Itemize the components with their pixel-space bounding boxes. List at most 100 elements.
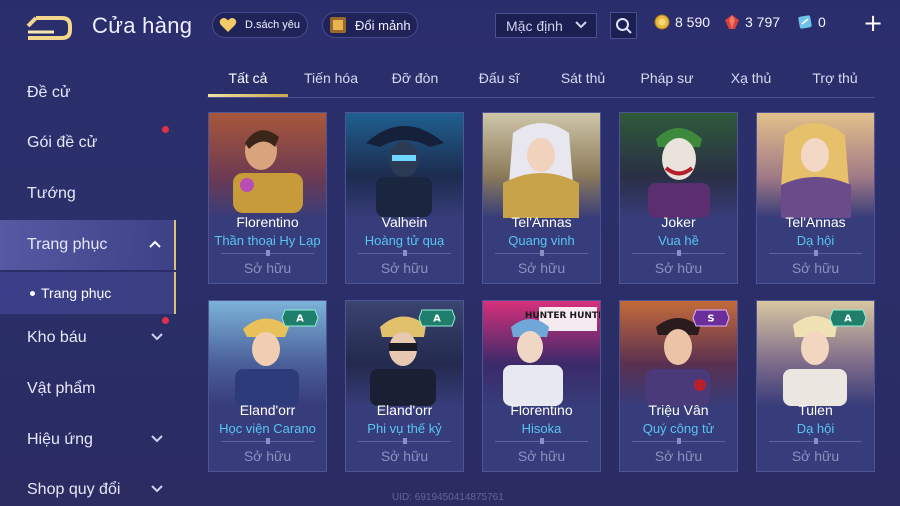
sidebar-item-label: Trang phục bbox=[27, 236, 108, 253]
user-id-watermark: UID: 6919450414875761 bbox=[392, 492, 504, 503]
fragment-exchange-button[interactable]: Đổi mảnh bbox=[322, 12, 418, 38]
voucher-icon bbox=[798, 15, 812, 29]
skin-card[interactable]: Florentino Thần thoại Hy Lạp Sở hữu bbox=[208, 112, 327, 284]
sidebar-item-label: Đề cử bbox=[27, 84, 71, 101]
skin-artwork: HUNTER HUNTER bbox=[483, 301, 600, 406]
skin-name: Dạ hội bbox=[796, 421, 835, 436]
skin-card[interactable]: S Triệu Vân Quý công tử Sở hữu bbox=[619, 300, 738, 472]
notification-dot bbox=[162, 126, 169, 133]
divider-ornament bbox=[677, 438, 681, 444]
skin-card[interactable]: A Tulen Dạ hội Sở hữu bbox=[756, 300, 875, 472]
owned-status: Sở hữu bbox=[243, 260, 292, 276]
hero-name: Tel'Annas bbox=[511, 214, 572, 230]
sidebar-item-heroes[interactable]: Tướng bbox=[0, 169, 176, 219]
skin-name: Quý công tử bbox=[642, 421, 715, 436]
fragment-exchange-label: Đổi mảnh bbox=[355, 17, 411, 33]
heart-icon bbox=[217, 14, 239, 36]
skin-name: Quang vinh bbox=[508, 233, 575, 248]
tab-evolution[interactable]: Tiến hóa bbox=[295, 70, 367, 86]
hero-name: Tulen bbox=[798, 402, 833, 418]
skin-name: Hisoka bbox=[521, 421, 562, 436]
skin-artwork bbox=[620, 113, 737, 218]
divider-ornament bbox=[677, 250, 681, 256]
skin-name: Thần thoại Hy Lạp bbox=[214, 233, 321, 248]
tab-fighter[interactable]: Đấu sĩ bbox=[463, 70, 535, 86]
tab-all[interactable]: Tất cả bbox=[207, 70, 289, 86]
tier-letter: A bbox=[844, 314, 852, 325]
owned-status: Sở hữu bbox=[791, 260, 840, 276]
search-button[interactable] bbox=[610, 12, 637, 39]
search-icon bbox=[615, 17, 632, 34]
back-button[interactable] bbox=[22, 14, 74, 42]
ruby-value: 3 797 bbox=[745, 14, 781, 30]
bullet-icon bbox=[30, 290, 35, 296]
skin-artwork bbox=[346, 113, 463, 218]
back-arrow-icon bbox=[26, 16, 72, 40]
sidebar: Đề cử Gói đề cử Tướng Trang phục Trang p… bbox=[0, 56, 176, 506]
ruby-balance: 3 797 bbox=[724, 14, 780, 30]
skin-card[interactable]: Tel'Annas Dạ hội Sở hữu bbox=[756, 112, 875, 284]
tier-a-badge: A bbox=[418, 309, 456, 327]
skin-name: Dạ hội bbox=[796, 233, 835, 248]
divider-ornament bbox=[266, 438, 270, 444]
owned-status: Sở hữu bbox=[380, 448, 429, 464]
skin-name: Hoàng tử quạ bbox=[364, 233, 445, 248]
tab-mage[interactable]: Pháp sư bbox=[631, 70, 703, 86]
sidebar-item-skins[interactable]: Trang phục bbox=[0, 220, 176, 270]
tier-letter: A bbox=[296, 314, 304, 325]
skin-name: Học viện Carano bbox=[219, 421, 316, 436]
sidebar-item-featured-bundles[interactable]: Gói đề cử bbox=[0, 118, 176, 168]
sidebar-item-exchange-shop[interactable]: Shop quy đổi bbox=[0, 465, 176, 506]
tab-support[interactable]: Trợ thủ bbox=[799, 70, 871, 86]
top-bar: Cửa hàng D.sách yêu Đổi mảnh Mặc định 8 … bbox=[0, 0, 900, 56]
favorites-button[interactable]: D.sách yêu bbox=[212, 12, 308, 38]
skin-card[interactable]: Tel'Annas Quang vinh Sở hữu bbox=[482, 112, 601, 284]
gold-balance: 8 590 bbox=[654, 14, 710, 30]
sidebar-item-label: Kho báu bbox=[27, 329, 87, 346]
skin-card[interactable]: A Eland'orr Phi vụ thế kỷ Sở hữu bbox=[345, 300, 464, 472]
sidebar-item-effects[interactable]: Hiệu ứng bbox=[0, 415, 176, 465]
divider-ornament bbox=[540, 438, 544, 444]
skin-name: Vua hề bbox=[658, 233, 699, 248]
sidebar-item-items[interactable]: Vật phẩm bbox=[0, 364, 176, 414]
sidebar-item-label: Hiệu ứng bbox=[27, 431, 93, 448]
notification-dot bbox=[162, 317, 169, 324]
skin-card[interactable]: Joker Vua hề Sở hữu bbox=[619, 112, 738, 284]
sort-value: Mặc định bbox=[506, 17, 563, 34]
skin-card[interactable]: HUNTER HUNTER Florentino Hisoka Sở hữu bbox=[482, 300, 601, 472]
owned-status: Sở hữu bbox=[517, 448, 566, 464]
skin-card[interactable]: A Eland'orr Học viện Carano Sở hữu bbox=[208, 300, 327, 472]
hero-name: Triệu Vân bbox=[648, 402, 709, 418]
owned-status: Sở hữu bbox=[791, 448, 840, 464]
hero-name: Tel'Annas bbox=[785, 214, 846, 230]
divider-ornament bbox=[814, 250, 818, 256]
sidebar-item-label: Tướng bbox=[27, 185, 76, 202]
sort-dropdown[interactable]: Mặc định bbox=[495, 13, 597, 38]
sidebar-item-label: Gói đề cử bbox=[27, 134, 98, 151]
plus-icon: + bbox=[862, 9, 884, 37]
sidebar-item-treasure[interactable]: Kho báu bbox=[0, 313, 176, 363]
divider-ornament bbox=[403, 250, 407, 256]
sidebar-subitem-label: Trang phục bbox=[41, 285, 112, 301]
ruby-icon bbox=[725, 15, 739, 29]
divider-ornament bbox=[814, 438, 818, 444]
chevron-down-icon bbox=[151, 333, 163, 341]
hero-name: Eland'orr bbox=[239, 402, 296, 418]
tab-assassin[interactable]: Sát thủ bbox=[547, 70, 619, 86]
banner-text: HUNTER HUNTER bbox=[525, 311, 600, 321]
owned-status: Sở hữu bbox=[380, 260, 429, 276]
fragment-icon bbox=[327, 14, 349, 36]
skin-card[interactable]: Valhein Hoàng tử quạ Sở hữu bbox=[345, 112, 464, 284]
sidebar-subitem-skins[interactable]: Trang phục bbox=[0, 272, 176, 314]
chevron-down-icon bbox=[151, 435, 163, 443]
divider-ornament bbox=[266, 250, 270, 256]
tier-a-badge: A bbox=[829, 309, 867, 327]
sidebar-item-featured[interactable]: Đề cử bbox=[0, 68, 176, 118]
gold-coin-icon bbox=[654, 14, 670, 30]
tab-tank[interactable]: Đỡ đòn bbox=[379, 70, 451, 86]
tab-marksman[interactable]: Xạ thủ bbox=[715, 70, 787, 86]
hero-name: Valhein bbox=[381, 214, 428, 230]
hero-name: Florentino bbox=[236, 214, 299, 230]
add-currency-button[interactable]: + bbox=[862, 9, 884, 37]
tier-letter: S bbox=[707, 314, 714, 325]
